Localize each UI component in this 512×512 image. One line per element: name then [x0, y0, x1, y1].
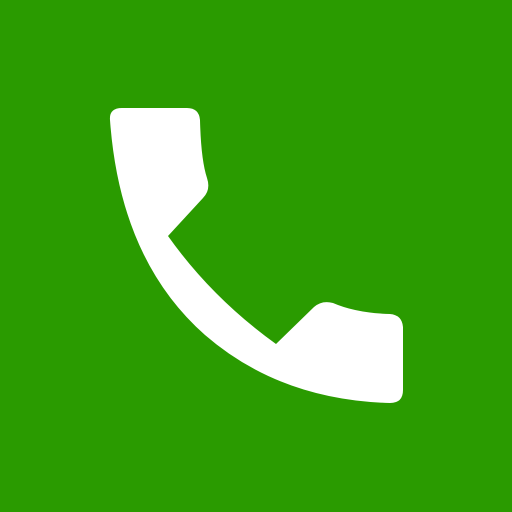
phone-app-icon-graphic: [0, 0, 512, 512]
phone-app-tile[interactable]: [0, 0, 512, 512]
tile-background: [0, 0, 512, 512]
